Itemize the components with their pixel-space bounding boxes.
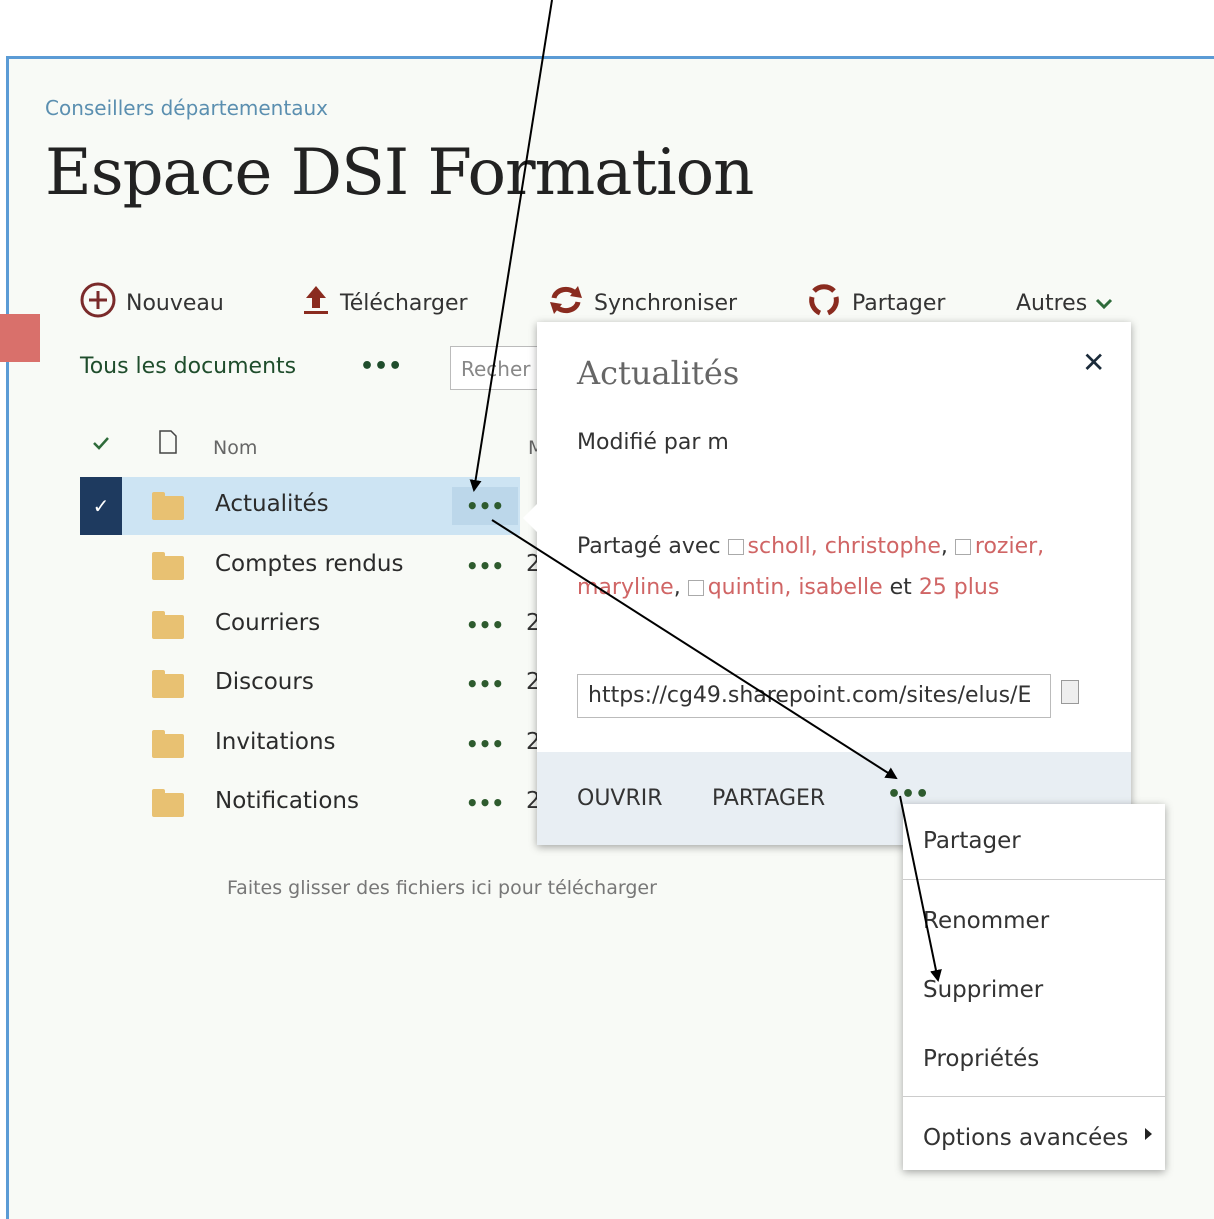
arrow-to-callout-more [491,519,898,780]
arrow-to-item-menu [469,0,553,492]
arrow-to-delete [899,795,942,982]
annotation-arrows [469,0,942,982]
